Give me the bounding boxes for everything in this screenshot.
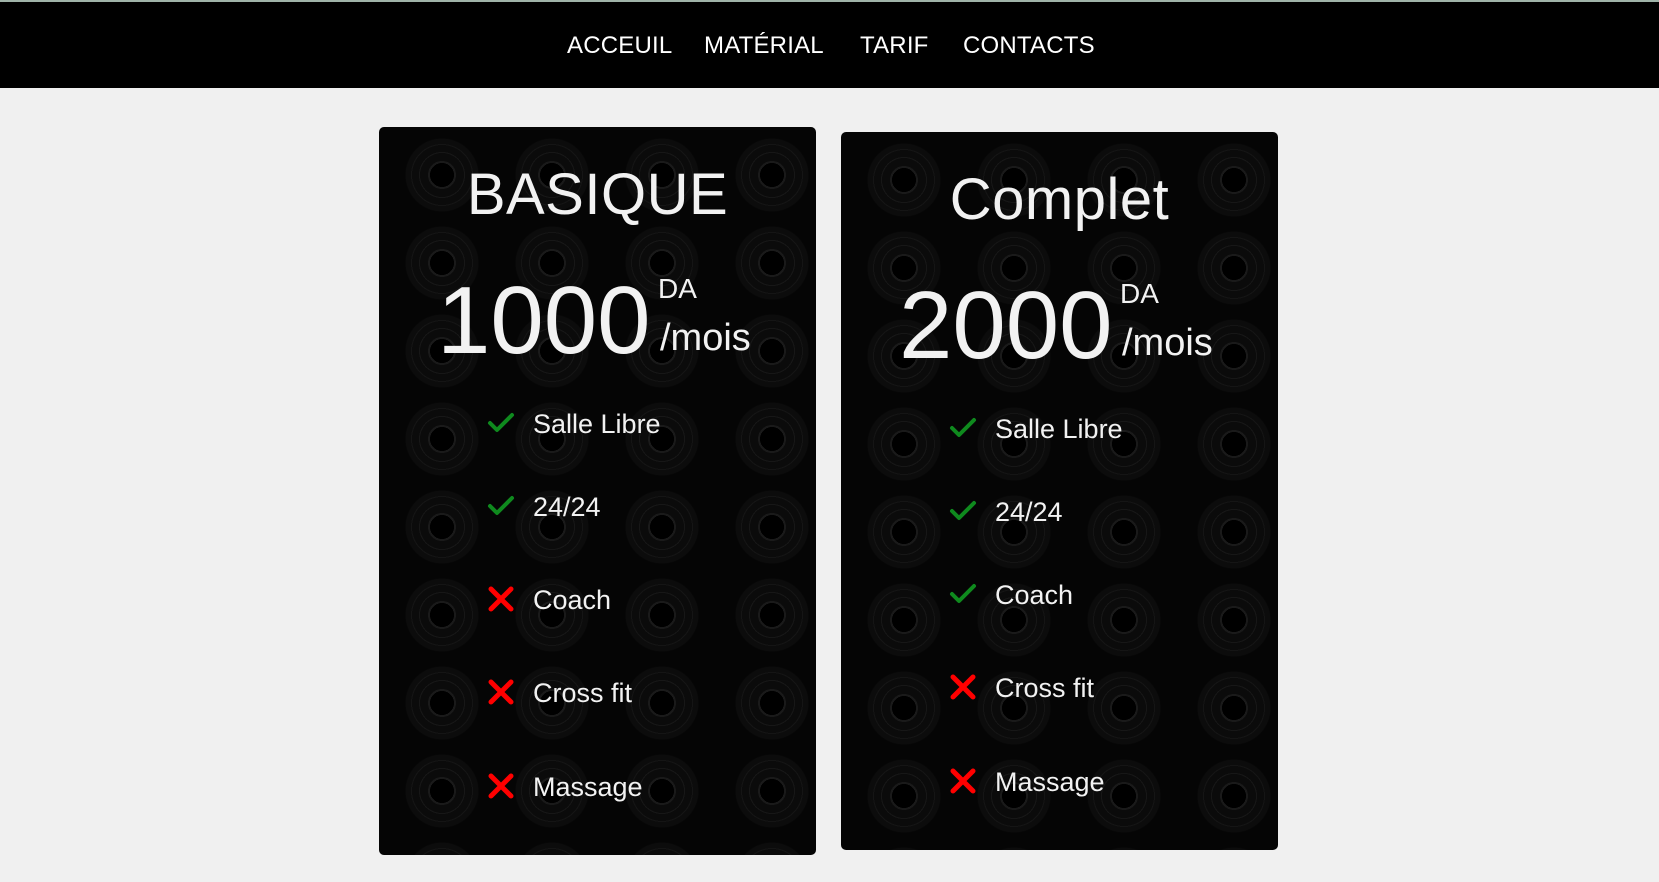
- plan-title: Complet: [949, 167, 1170, 232]
- pricing-card-complet: Complet 2000 DA /mois Salle Libre 24/24 …: [841, 132, 1278, 850]
- feature-label: Salle Libre: [995, 414, 1123, 444]
- feature-label: Cross fit: [533, 678, 633, 708]
- plan-currency: DA: [658, 273, 697, 304]
- plan-period: /mois: [1122, 322, 1213, 364]
- feature-label: Salle Libre: [533, 409, 661, 439]
- nav-link-material[interactable]: MATÉRIAL: [704, 32, 824, 60]
- pricing-card-basique: BASIQUE 1000 DA /mois Salle Libre 24/24 …: [379, 127, 816, 855]
- check-icon: [487, 409, 515, 437]
- plan-currency: DA: [1120, 278, 1159, 309]
- cross-icon: [949, 767, 977, 795]
- nav-link-acceuil[interactable]: ACCEUIL: [567, 32, 672, 60]
- feature-label: 24/24: [533, 492, 601, 522]
- plan-price: 1000: [437, 267, 651, 374]
- check-icon: [949, 580, 977, 608]
- cross-icon: [487, 772, 515, 800]
- feature-label: Massage: [533, 772, 643, 802]
- check-icon: [487, 492, 515, 520]
- nav-link-contacts[interactable]: CONTACTS: [963, 32, 1095, 60]
- navigation-bar: ACCEUIL MATÉRIAL TARIF CONTACTS: [0, 2, 1659, 88]
- cross-icon: [487, 585, 515, 613]
- cross-icon: [949, 673, 977, 701]
- plan-price: 2000: [899, 272, 1113, 379]
- cross-icon: [487, 678, 515, 706]
- feature-label: Coach: [533, 585, 612, 615]
- feature-label: 24/24: [995, 497, 1063, 527]
- nav-link-tarif[interactable]: TARIF: [860, 32, 929, 60]
- check-icon: [949, 497, 977, 525]
- check-icon: [949, 414, 977, 442]
- feature-label: Cross fit: [995, 673, 1095, 703]
- plan-title: BASIQUE: [466, 162, 729, 227]
- feature-label: Massage: [995, 767, 1105, 797]
- feature-label: Coach: [995, 580, 1074, 610]
- plan-period: /mois: [660, 317, 751, 359]
